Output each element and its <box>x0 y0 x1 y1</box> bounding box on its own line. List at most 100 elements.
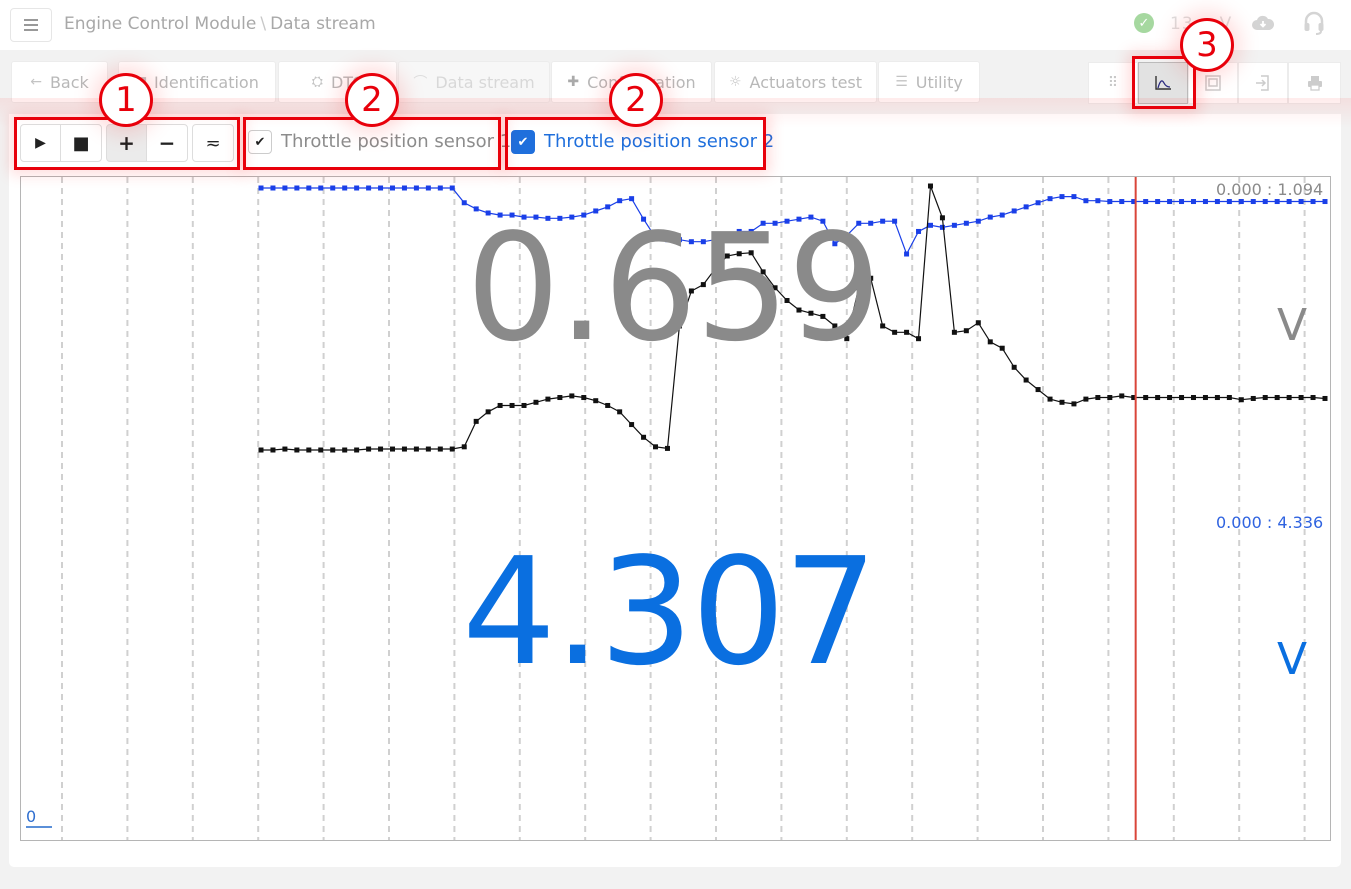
annotation-marker-3: 3 <box>1180 18 1234 72</box>
headset-icon[interactable] <box>1303 10 1325 36</box>
menu-icon <box>24 19 38 31</box>
sensor-2-data-point <box>282 185 288 191</box>
sensor-1-data-point <box>629 422 635 428</box>
sensor-1-data-point <box>378 446 384 452</box>
print-icon <box>1307 76 1322 91</box>
sensor-2-data-point <box>437 185 443 191</box>
sensor-2-data-point <box>1167 199 1173 205</box>
sensor-2-data-point <box>1083 198 1089 204</box>
sensor-2-data-point <box>1143 199 1149 205</box>
sensor-1-data-point <box>975 320 981 326</box>
sensor-2-range: 0.000 : 4.336 <box>1216 513 1324 532</box>
sensor-2-data-point <box>892 218 898 224</box>
smooth-button[interactable]: ≂ <box>192 124 234 162</box>
sensor-2-data-point <box>904 251 910 257</box>
sensor-2-current-value: 4.307 <box>462 526 878 698</box>
sensor-2-data-point <box>318 185 324 191</box>
sensor-1-current-value: 0.659 <box>466 202 882 374</box>
sensor-1-data-point <box>1238 397 1244 403</box>
sensor-2-data-point <box>270 185 276 191</box>
annotation-marker-1: 1 <box>99 73 153 127</box>
sensor-2-data-point <box>927 222 933 228</box>
sensor-1-data-point <box>605 402 611 408</box>
sensor-2-data-point <box>1190 199 1196 205</box>
sensor-2-data-point <box>1107 199 1113 205</box>
sensor-1-data-point <box>1274 395 1280 401</box>
grid-icon: ⠿ <box>1107 75 1119 91</box>
sensor-1-data-point <box>987 339 993 345</box>
tab-utility[interactable]: ☰ Utility <box>878 61 980 103</box>
sensor-1-data-point <box>318 447 324 453</box>
breadcrumb-separator: \ <box>260 14 267 34</box>
sensor-1-data-point <box>270 447 276 453</box>
sensor-1-label[interactable]: Throttle position sensor 1 <box>281 131 511 152</box>
tab-actuators-test[interactable]: ☼ Actuators test <box>714 61 877 103</box>
breadcrumb-module[interactable]: Engine Control Module <box>64 14 256 34</box>
data-stream-chart[interactable]: 0.659 V 0.000 : 1.094 4.307 V 0.000 : 4.… <box>20 176 1331 841</box>
sensor-2-data-point <box>1310 199 1316 205</box>
plus-icon: + <box>118 131 135 155</box>
sensor-1-data-point <box>1214 395 1220 401</box>
sensor-1-data-point <box>354 447 360 453</box>
sensor-1-data-point <box>1179 395 1185 401</box>
file-import-icon <box>1256 75 1269 91</box>
sensor-2-data-point <box>1011 208 1017 214</box>
sensor-1-data-point <box>1322 395 1328 401</box>
sensor-1-data-point <box>1095 395 1101 401</box>
arrow-left-icon: ← <box>30 74 42 90</box>
sensor-1-data-point <box>1262 395 1268 401</box>
grid-view-button[interactable]: ⠿ <box>1088 62 1138 104</box>
sensor-1-data-point <box>581 395 587 401</box>
sensor-2-checkbox[interactable]: ✔ <box>511 130 535 154</box>
chart-view-button[interactable] <box>1138 62 1188 104</box>
sensor-2-data-point <box>294 185 300 191</box>
sensor-1-data-point <box>1119 393 1125 399</box>
approx-icon: ≂ <box>205 132 221 154</box>
sensor-2-data-point <box>378 185 384 191</box>
sensor-2-unit: V <box>1277 634 1308 685</box>
sensor-1-data-point <box>413 446 419 452</box>
zoom-out-button[interactable]: − <box>146 124 188 162</box>
sensor-2-data-point <box>366 185 372 191</box>
sensor-1-data-point <box>509 402 515 408</box>
sensor-2-data-point <box>939 224 945 230</box>
stop-button[interactable]: ■ <box>60 124 102 162</box>
tab-data-stream[interactable]: ⌒ Data stream <box>398 61 550 103</box>
sensor-1-data-point <box>1286 395 1292 401</box>
sensor-1-data-point <box>653 444 659 450</box>
print-button[interactable] <box>1288 62 1341 104</box>
sensor-1-data-point <box>1047 396 1053 402</box>
sensor-1-data-point <box>892 329 898 335</box>
sensor-1-checkbox[interactable]: ✔ <box>248 130 272 154</box>
sensor-2-data-point <box>1047 196 1053 202</box>
sensor-2-data-point <box>1202 199 1208 205</box>
sensor-1-data-point <box>1298 395 1304 401</box>
export-button[interactable] <box>1238 62 1288 104</box>
lightbulb-icon: ☼ <box>728 74 742 90</box>
sensor-2-data-point <box>306 185 312 191</box>
menu-button[interactable] <box>10 8 52 42</box>
sensor-2-data-point <box>629 196 635 202</box>
sensor-2-data-point <box>1226 199 1232 205</box>
sensor-1-data-point <box>533 399 539 405</box>
chart-line-icon: ⌒ <box>413 75 428 91</box>
zoom-in-button[interactable]: + <box>106 124 147 162</box>
sensor-1-data-point <box>904 329 910 335</box>
sensor-1-data-point <box>880 323 886 329</box>
sensor-1-data-point <box>330 447 336 453</box>
sensor-2-data-point <box>1250 199 1256 205</box>
sensor-2-label[interactable]: Throttle position sensor 2 <box>544 131 774 152</box>
sensor-1-data-point <box>1011 364 1017 370</box>
breadcrumb: Engine Control Module \ Data stream <box>64 14 376 34</box>
sensor-2-data-point <box>342 185 348 191</box>
sensor-1-data-point <box>258 447 264 453</box>
sensor-2-data-point <box>258 185 264 191</box>
sensor-1-data-point <box>342 447 348 453</box>
sensor-1-data-point <box>1083 396 1089 402</box>
play-button[interactable]: ▶ <box>20 124 61 162</box>
sensor-2-data-point <box>1023 204 1029 210</box>
back-button[interactable]: ← Back <box>11 61 108 103</box>
cloud-download-icon[interactable] <box>1252 14 1274 32</box>
sensor-1-data-point <box>1035 387 1041 393</box>
fullscreen-icon <box>1205 75 1221 91</box>
